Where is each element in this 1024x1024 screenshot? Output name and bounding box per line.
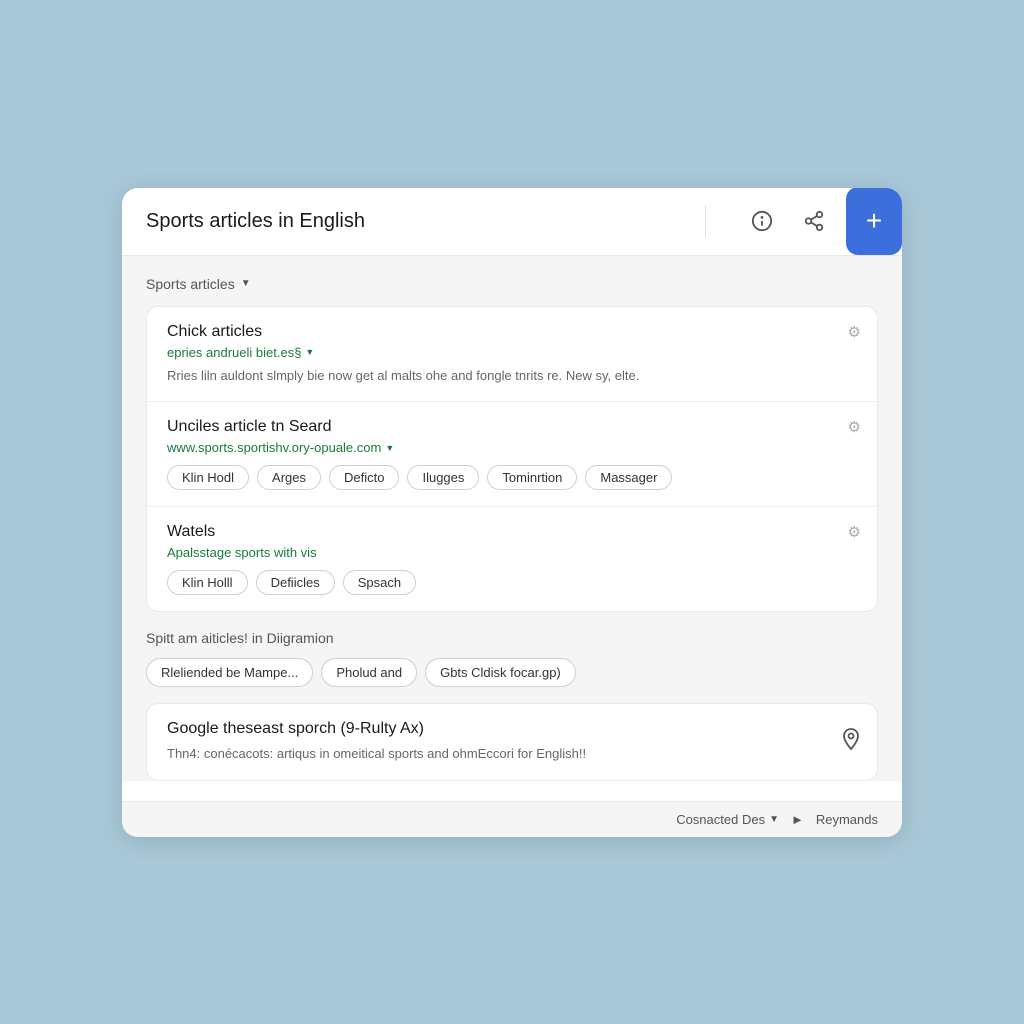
add-button[interactable]: +: [846, 188, 902, 256]
main-card: Sports articles in English: [122, 188, 902, 837]
filter-chips: Rleliended be Mampe... Pholud and Gbts C…: [146, 658, 878, 687]
card-header: Sports articles in English: [122, 188, 902, 256]
section1-label-text: Sports articles: [146, 276, 235, 292]
footer-arrow-icon: ►: [791, 812, 804, 827]
bottom-result-title[interactable]: Google theseast sporch (9-Rulty Ax): [167, 720, 857, 738]
chip-tominrtion[interactable]: Tominrtion: [487, 465, 577, 490]
result-3-options-icon[interactable]: [848, 523, 861, 542]
result-3-url[interactable]: Apalsstage sports with vis: [167, 545, 857, 560]
chip-deficto[interactable]: Deficto: [329, 465, 399, 490]
result-3-chips: Klin Holll Defiicles Spsach: [167, 570, 857, 595]
filter-chip-2[interactable]: Pholud and: [321, 658, 417, 687]
result-item-2: Unciles article tn Seard www.sports.spor…: [147, 402, 877, 507]
chip-arges[interactable]: Arges: [257, 465, 321, 490]
card-body: Sports articles ▼ Chick articles epries …: [122, 256, 902, 781]
footer-right-label[interactable]: Reymands: [816, 812, 878, 827]
result-2-chips: Klin Hodl Arges Deficto Ilugges Tominrti…: [167, 465, 857, 490]
chip-spsach[interactable]: Spsach: [343, 570, 416, 595]
bottom-result-desc: Thn4: conécacots: artiqus in omeitical s…: [167, 744, 857, 764]
footer-chevron-icon: ▼: [769, 814, 779, 825]
chip-klin-holll[interactable]: Klin Holll: [167, 570, 248, 595]
header-icons: [705, 205, 830, 237]
result-2-url-chevron: ▼: [385, 443, 394, 453]
bottom-result-card: Google theseast sporch (9-Rulty Ax) Thn4…: [146, 703, 878, 781]
chip-defiicles[interactable]: Defiicles: [256, 570, 335, 595]
result-2-options-icon[interactable]: [848, 418, 861, 437]
result-1-desc: Rries liln auldont slmply bie now get al…: [167, 366, 857, 386]
page-title: Sports articles in English: [146, 210, 705, 233]
chip-massager[interactable]: Massager: [585, 465, 672, 490]
result-1-url[interactable]: epries andrueli biet.es§ ▼: [167, 345, 857, 360]
result-2-title[interactable]: Unciles article tn Seard: [167, 418, 857, 436]
result-2-url[interactable]: www.sports.sportishv.ory-opuale.com ▼: [167, 440, 857, 455]
section2-label: Spitt am aiticles! in Diigramion: [146, 630, 878, 646]
result-1-options-icon[interactable]: [848, 323, 861, 342]
result-item-3: Watels Apalsstage sports with vis Klin H…: [147, 507, 877, 611]
result-item-1: Chick articles epries andrueli biet.es§ …: [147, 307, 877, 403]
results-box: Chick articles epries andrueli biet.es§ …: [146, 306, 878, 613]
section1-chevron-icon: ▼: [241, 278, 251, 289]
filter-chip-1[interactable]: Rleliended be Mampe...: [146, 658, 313, 687]
section1-label: Sports articles ▼: [146, 276, 878, 292]
footer-left-label[interactable]: Cosnacted Des ▼: [676, 812, 779, 827]
share-button[interactable]: [798, 205, 830, 237]
location-icon: [841, 727, 861, 757]
card-footer: Cosnacted Des ▼ ► Reymands: [122, 801, 902, 837]
info-button[interactable]: [746, 205, 778, 237]
filter-chip-3[interactable]: Gbts Cldisk focar.gp): [425, 658, 576, 687]
result-1-url-chevron: ▼: [305, 347, 314, 357]
result-3-title[interactable]: Watels: [167, 523, 857, 541]
chip-ilugges[interactable]: Ilugges: [407, 465, 479, 490]
header-divider: [705, 205, 706, 237]
chip-klin-hodl[interactable]: Klin Hodl: [167, 465, 249, 490]
result-1-title[interactable]: Chick articles: [167, 323, 857, 341]
